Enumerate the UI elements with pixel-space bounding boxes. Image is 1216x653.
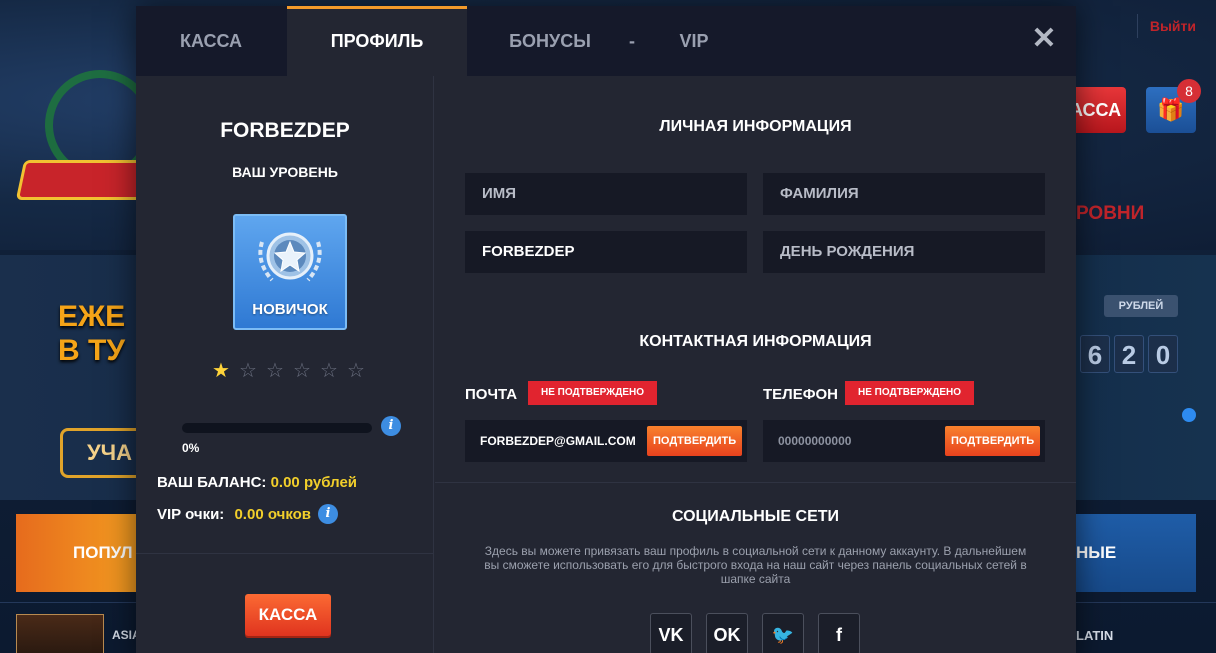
divider [435,482,1076,483]
phone-label: ТЕЛЕФОН [763,386,838,403]
banner-headline: ЕЖЕ В ТУ [58,300,125,368]
vip-points-row: VIP очки: 0.00 очков [157,506,311,523]
info-icon[interactable]: i [381,416,401,436]
star-empty-icon: ☆ [347,360,365,382]
game-title-right[interactable]: LATIN [1076,628,1113,643]
balance-value: 0.00 рублей [270,474,358,491]
logout-link[interactable]: Выйти [1150,18,1196,34]
vk-icon[interactable]: VK [650,613,692,653]
star-filled-icon: ★ [212,360,230,382]
level-progress-bar [182,423,372,433]
vip-points-label: VIP очки: [157,506,225,523]
email-label: ПОЧТА [465,386,518,403]
star-empty-icon: ☆ [320,360,338,382]
jackpot-currency-label: РУБЛЕЙ [1104,295,1178,317]
balance-row: ВАШ БАЛАНС: 0.00 рублей [157,474,357,491]
profile-summary-panel: FORBEZDEP ВАШ УРОВЕНЬ НОВИЧОК ★ ☆ ☆ ☆ ☆ ☆ i 0… [136,76,434,653]
social-title: СОЦИАЛЬНЫЕ СЕТИ [671,508,840,525]
close-icon[interactable]: ✕ [1029,24,1059,54]
jackpot-digit: 0 [1148,335,1178,373]
laurel-star-icon [258,232,322,282]
banner-slider-dot[interactable] [1182,408,1196,422]
jackpot-digit: 6 [1080,335,1110,373]
email-status-badge: НЕ ПОДТВЕРЖДЕНО [528,381,657,405]
tab-kassa[interactable]: КАССА [136,6,286,76]
facebook-icon[interactable]: f [818,613,860,653]
jackpot-counter: 6 2 0 [1080,335,1178,373]
gift-count-badge: 8 [1177,79,1201,103]
tab-bonuses[interactable]: БОНУСЫ [494,6,606,76]
tab-profile[interactable]: ПРОФИЛЬ [287,6,467,76]
username: FORBEZDEP [220,119,350,142]
phone-status-badge: НЕ ПОДТВЕРЖДЕНО [845,381,974,405]
twitter-icon[interactable]: 🐦 [762,613,804,653]
balance-label: ВАШ БАЛАНС: [157,474,267,491]
divider [136,553,434,554]
first-name-field[interactable]: ИМЯ [465,173,747,215]
profile-modal: КАССА ПРОФИЛЬ БОНУСЫ - VIP ✕ FORBEZDEP В… [136,6,1076,653]
banner-headline-text: ЕЖЕ В ТУ [58,300,126,367]
popular-games-tab[interactable]: ПОПУЛ [16,514,146,592]
contact-info-title: КОНТАКТНАЯ ИНФОРМАЦИЯ [639,333,872,350]
level-title: ВАШ УРОВЕНЬ [232,164,338,180]
new-games-tab[interactable]: НЫЕ [1076,514,1196,592]
confirm-phone-button[interactable]: ПОДТВЕРДИТЬ [945,426,1041,456]
levels-link[interactable]: РОВНИ [1076,203,1144,225]
social-description: Здесь вы можете привязать ваш профиль в … [484,544,1027,586]
star-empty-icon: ☆ [239,360,257,382]
star-empty-icon: ☆ [266,360,284,382]
gift-icon: 🎁 [1157,97,1185,122]
modal-tabs: КАССА ПРОФИЛЬ БОНУСЫ - VIP ✕ [136,6,1076,76]
tab-separator: - [629,31,635,51]
confirm-email-button[interactable]: ПОДТВЕРДИТЬ [647,426,743,456]
header-divider [1137,14,1138,38]
personal-info-title: ЛИЧНАЯ ИНФОРМАЦИЯ [659,118,852,135]
jackpot-digit: 2 [1114,335,1144,373]
level-badge: НОВИЧОК [233,214,347,330]
level-name: НОВИЧОК [252,301,328,318]
odnoklassniki-icon[interactable]: OK [706,613,748,653]
last-name-field[interactable]: ФАМИЛИЯ [763,173,1045,215]
login-field[interactable]: FORBEZDEP [465,231,747,273]
kassa-button[interactable]: КАССА [245,594,331,636]
social-buttons: VK OK 🐦 f [650,613,860,653]
birthday-field[interactable]: ДЕНЬ РОЖДЕНИЯ [763,231,1045,273]
level-progress-label: 0% [182,441,200,455]
tab-vip[interactable]: VIP [666,6,722,76]
profile-details-panel: ЛИЧНАЯ ИНФОРМАЦИЯ ИМЯ ФАМИЛИЯ FORBEZDEP … [435,76,1076,653]
game-thumbnail[interactable] [16,614,104,653]
vip-points-value: 0.00 очков [234,506,312,523]
info-icon[interactable]: i [318,504,338,524]
star-empty-icon: ☆ [293,360,311,382]
level-stars: ★ ☆ ☆ ☆ ☆ ☆ [211,361,366,381]
header-kassa-button[interactable]: АССА [1070,87,1126,133]
